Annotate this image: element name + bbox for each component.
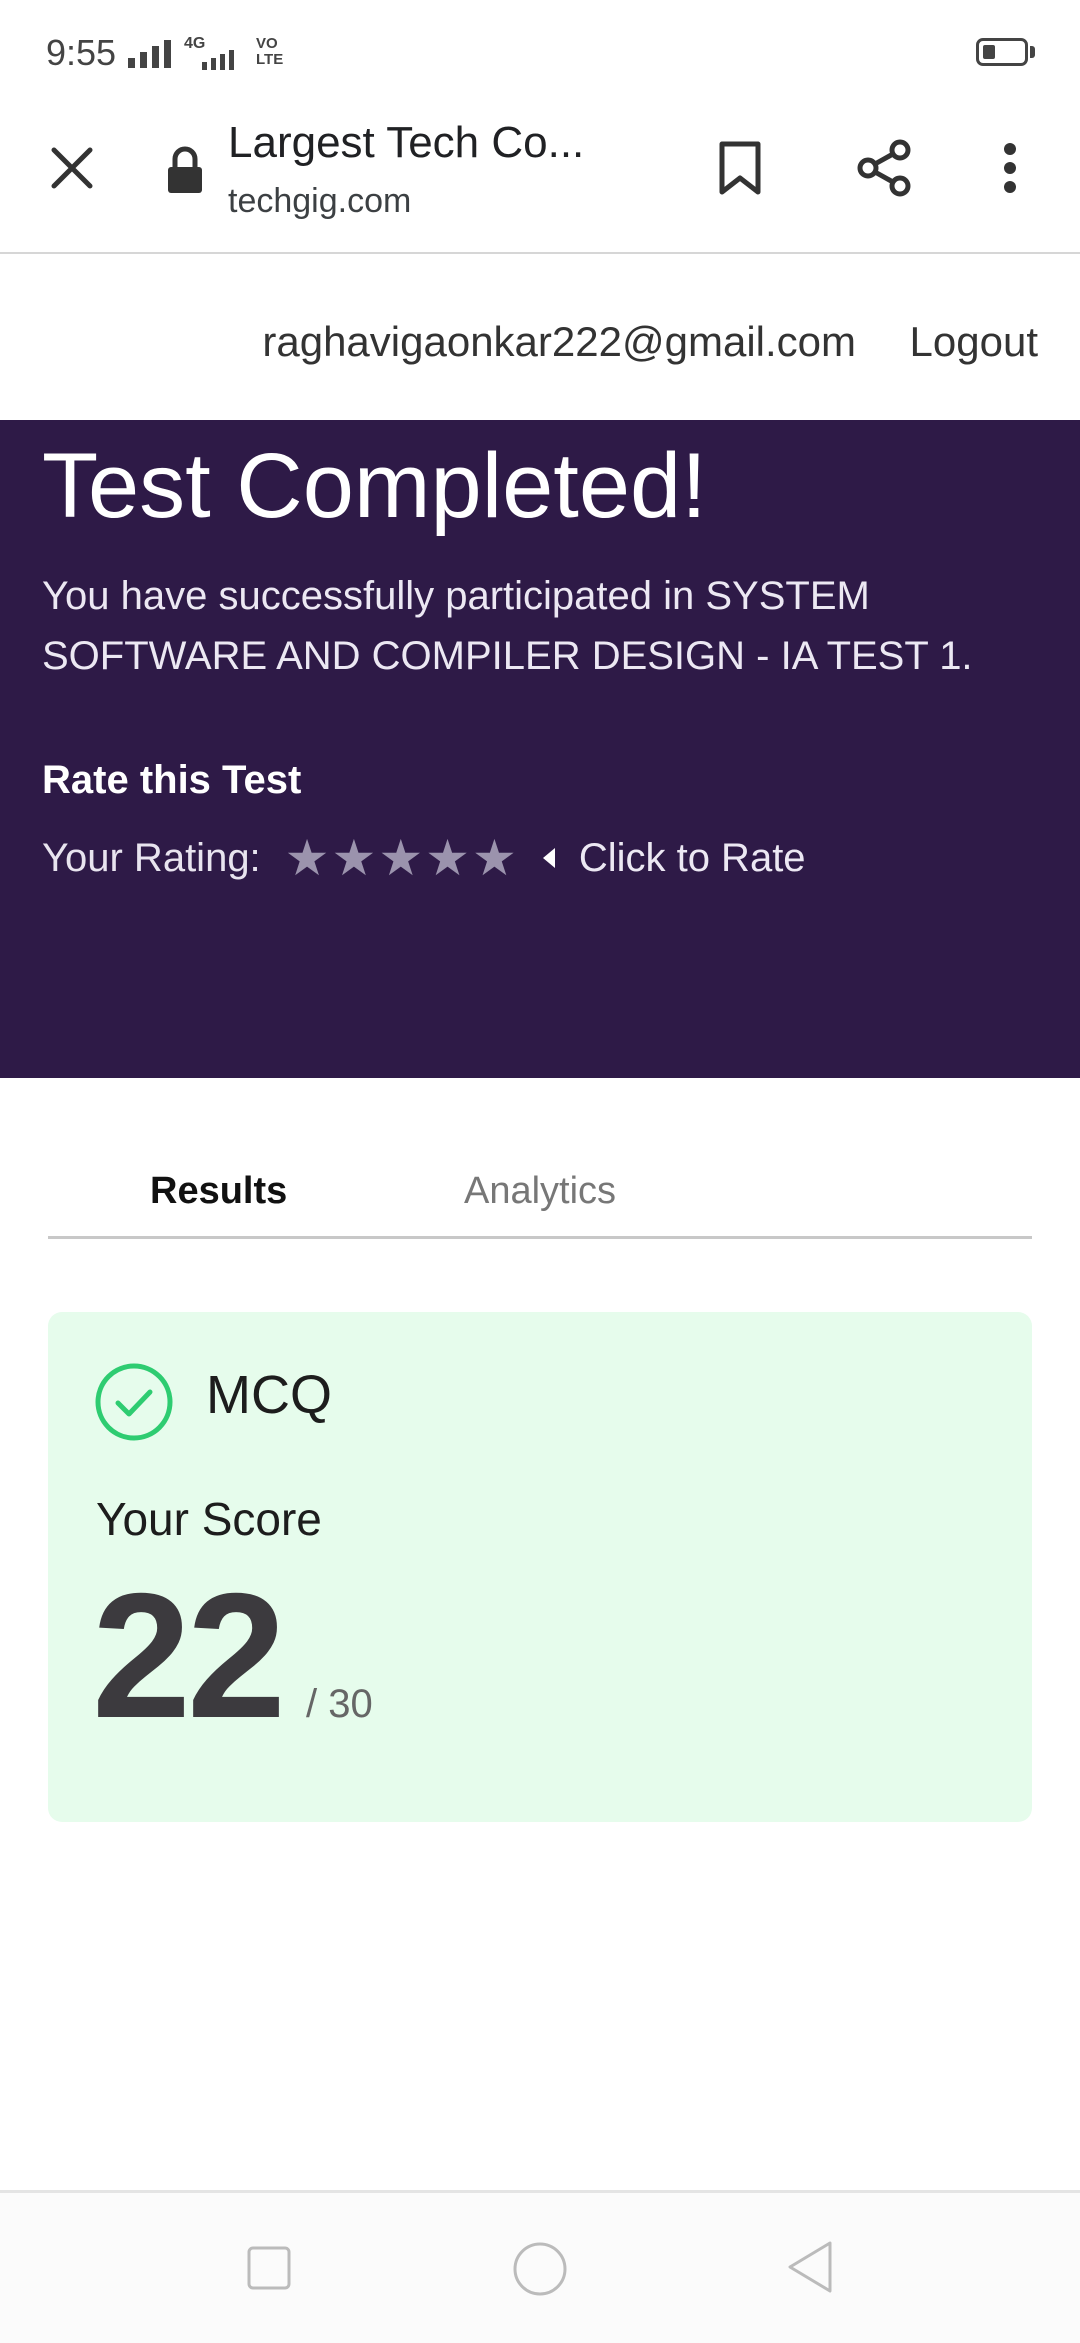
back-icon[interactable] <box>784 2239 836 2300</box>
bookmark-icon[interactable] <box>708 136 772 200</box>
tab-analytics[interactable]: Analytics <box>464 1170 616 1213</box>
completion-message: You have successfully participated in SY… <box>42 574 973 678</box>
account-row: raghavigaonkar222@gmail.com Logout <box>0 254 1080 420</box>
click-to-rate[interactable]: Click to Rate <box>542 835 806 881</box>
lock-icon <box>160 142 210 198</box>
star-icon-1[interactable]: ★ <box>285 833 330 883</box>
star-icon-5[interactable]: ★ <box>472 833 517 883</box>
page-title[interactable]: Largest Tech Co... <box>228 118 584 168</box>
result-tabs: Results Analytics <box>48 1150 1032 1239</box>
more-vert-icon[interactable] <box>990 136 1030 200</box>
rate-heading: Rate this Test <box>42 758 302 802</box>
page-domain[interactable]: techgig.com <box>228 182 411 221</box>
score-card: MCQ Your Score 22 / 30 <box>48 1312 1032 1822</box>
tab-results[interactable]: Results <box>150 1170 287 1213</box>
battery-icon <box>976 38 1028 66</box>
test-completed-banner: Test Completed! You have successfully pa… <box>0 420 1080 1078</box>
recent-apps-icon[interactable] <box>246 2245 292 2296</box>
volte-label: VO LTE <box>256 35 284 68</box>
caret-left-icon <box>542 848 555 868</box>
score-total: / 30 <box>306 1682 373 1726</box>
browser-toolbar: Largest Tech Co... techgig.com <box>0 100 1080 254</box>
share-icon[interactable] <box>850 134 918 202</box>
signal-strength-2-icon <box>202 50 234 70</box>
star-icon-4[interactable]: ★ <box>425 833 470 883</box>
logout-link[interactable]: Logout <box>910 318 1038 366</box>
status-bar: 9:55 4G VO LTE <box>0 0 1080 100</box>
home-icon[interactable] <box>512 2241 568 2302</box>
system-nav-bar <box>0 2190 1080 2343</box>
status-time: 9:55 <box>46 32 117 73</box>
check-circle-icon <box>94 1362 174 1447</box>
battery-tip <box>1030 46 1035 58</box>
score-value: 22 <box>92 1556 286 1755</box>
rating-label: Your Rating: <box>42 835 261 880</box>
click-to-rate-label: Click to Rate <box>578 835 806 880</box>
signal-strength-icon <box>128 38 171 68</box>
account-email[interactable]: raghavigaonkar222@gmail.com <box>262 318 856 366</box>
section-label: MCQ <box>206 1365 332 1425</box>
rating-row: Your Rating: ★ ★ ★ ★ ★ Click to Rate <box>42 828 806 888</box>
page-heading: Test Completed! <box>42 435 707 537</box>
star-rating[interactable]: ★ ★ ★ ★ ★ <box>285 833 517 883</box>
star-icon-3[interactable]: ★ <box>378 833 423 883</box>
close-icon[interactable] <box>40 136 104 200</box>
star-icon-2[interactable]: ★ <box>332 833 377 883</box>
score-label: Your Score <box>96 1493 322 1545</box>
